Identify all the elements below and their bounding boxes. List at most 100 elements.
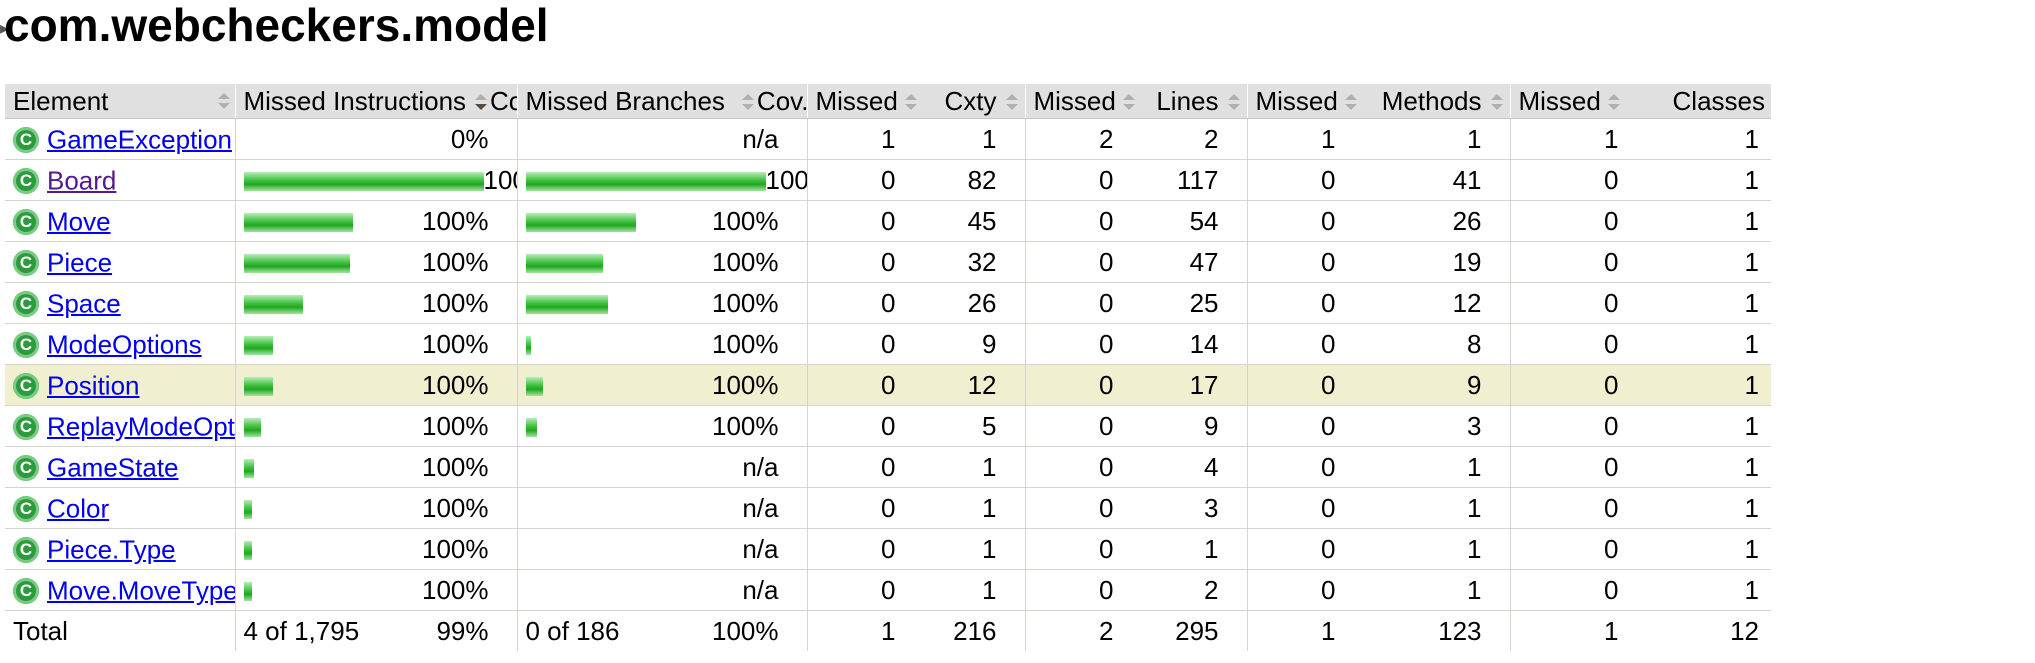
element-link[interactable]: Color [47, 493, 109, 523]
table-row: C Board 100% 100% 0 82 [5, 159, 2030, 201]
classes: 1 [1744, 451, 1759, 482]
branches-coverage: 100% [712, 205, 779, 236]
lines-cell: 0 1 [1024, 528, 1247, 570]
instructions-cell: 100% [234, 487, 517, 529]
instructions-cell: 100% [234, 282, 517, 324]
lines-cell: 0 54 [1024, 200, 1247, 242]
element-link[interactable]: GameState [47, 452, 179, 482]
lines-cell: 2 2 [1024, 118, 1247, 160]
missed-cxty: 0 [881, 287, 896, 318]
element-link[interactable]: Piece [47, 247, 112, 277]
lines-cell: 0 14 [1024, 323, 1247, 365]
classes-cell: 0 1 [1509, 282, 1771, 324]
methods: 26 [1452, 205, 1482, 236]
element-cell: C Color [5, 487, 235, 529]
table-row: C GameException 0% n/a 1 1 2 2 1 1 1 1 [5, 118, 2030, 160]
element-link[interactable]: GameException [47, 124, 232, 154]
branches-coverage-bar [525, 336, 531, 356]
header-lines[interactable]: Missed Lines [1024, 84, 1247, 119]
element-link[interactable]: Board [47, 165, 116, 195]
header-element[interactable]: Element [5, 84, 235, 119]
total-row: Total 4 of 1,795 99% 0 of 186 100% 1 216 [5, 610, 2030, 651]
classes: 1 [1744, 246, 1759, 277]
missed-methods: 0 [1321, 492, 1336, 523]
methods-cell: 0 1 [1246, 528, 1510, 570]
header-missed-lines-label: Missed [1033, 85, 1116, 116]
missed-cxty: 1 [881, 123, 896, 154]
total-missed-classes: 1 [1604, 615, 1619, 646]
total-classes: 12 [1730, 615, 1759, 646]
element-cell: C Position [5, 364, 235, 406]
methods-cell: 0 1 [1246, 487, 1510, 529]
table-row: C Move 100% 100% 0 45 0 54 0 26 0 1 [5, 200, 2030, 242]
branches-coverage-bar [525, 172, 766, 192]
sort-icon [1227, 93, 1240, 110]
header-methods[interactable]: Missed Methods [1246, 84, 1510, 119]
element-cell: C Board [5, 159, 235, 201]
coverage-table: Element Missed Instructions Cov. [5, 84, 2030, 651]
missed-lines: 2 [1099, 123, 1114, 154]
missed-lines: 0 [1099, 287, 1114, 318]
instructions-coverage: 0% [450, 123, 489, 154]
missed-methods: 0 [1321, 369, 1336, 400]
cxty: 45 [967, 205, 997, 236]
branches-coverage: 100% [712, 328, 779, 359]
classes-cell: 0 1 [1509, 241, 1771, 283]
branches-cell: n/a [516, 118, 807, 160]
methods: 19 [1452, 246, 1482, 277]
header-cov-instructions[interactable]: Cov. [490, 86, 517, 117]
element-link[interactable]: Space [47, 288, 121, 318]
element-link[interactable]: Piece.Type [47, 534, 176, 564]
missed-classes: 0 [1604, 451, 1619, 482]
sort-icon [1607, 93, 1620, 110]
instructions-coverage: 100% [422, 492, 489, 523]
header-missed-instructions[interactable]: Missed Instructions Cov. [234, 84, 517, 119]
branches-cell: 100% [516, 323, 807, 365]
instructions-coverage: 100% [422, 369, 489, 400]
header-missed-branches[interactable]: Missed Branches Cov. [516, 84, 807, 119]
instructions-coverage: 100% [422, 205, 489, 236]
total-missed-lines: 2 [1099, 615, 1114, 646]
missed-cxty: 0 [881, 574, 896, 605]
lines: 3 [1204, 492, 1219, 523]
element-link[interactable]: Move [47, 206, 111, 236]
classes: 1 [1744, 369, 1759, 400]
cxty-cell: 0 32 [806, 241, 1025, 283]
element-link[interactable]: ReplayModeOptions [47, 411, 235, 441]
classes-cell: 0 1 [1509, 200, 1771, 242]
instructions-coverage: 100% [422, 328, 489, 359]
class-icon: C [13, 167, 39, 194]
instructions-coverage: 100% [422, 287, 489, 318]
missed-lines: 0 [1099, 492, 1114, 523]
methods: 1 [1467, 574, 1482, 605]
branches-cell: 100% [516, 200, 807, 242]
class-icon: C [13, 208, 39, 235]
missed-classes: 0 [1604, 574, 1619, 605]
branches-coverage: n/a [742, 533, 779, 564]
element-link[interactable]: Move.MoveType [47, 575, 235, 605]
classes: 1 [1744, 205, 1759, 236]
instructions-cell: 100% [234, 241, 517, 283]
header-cxty[interactable]: Missed Cxty [806, 84, 1025, 119]
class-icon: C [13, 454, 39, 481]
cxty-cell: 0 12 [806, 364, 1025, 406]
classes: 1 [1744, 492, 1759, 523]
sort-icon [217, 93, 230, 109]
classes: 1 [1744, 164, 1759, 195]
table-row: C Color 100% n/a 0 1 0 3 0 1 0 1 [5, 487, 2030, 529]
element-link[interactable]: ModeOptions [47, 329, 202, 359]
class-icon: C [13, 331, 39, 358]
instructions-cell: 100% [234, 569, 517, 611]
total-instructions-cell: 4 of 1,795 99% [234, 610, 517, 651]
header-classes[interactable]: Missed Classes [1509, 84, 1771, 119]
methods: 3 [1467, 410, 1482, 441]
cxty: 1 [982, 533, 997, 564]
header-methods-label: Methods [1381, 85, 1482, 116]
total-cxty-cell: 1 216 [806, 610, 1025, 651]
cxty: 1 [982, 123, 997, 154]
element-link[interactable]: Position [47, 370, 140, 400]
header-cov-branches[interactable]: Cov. [757, 86, 807, 117]
instructions-coverage: 100% [422, 574, 489, 605]
branches-cell: n/a [516, 528, 807, 570]
element-cell: C Piece [5, 241, 235, 283]
